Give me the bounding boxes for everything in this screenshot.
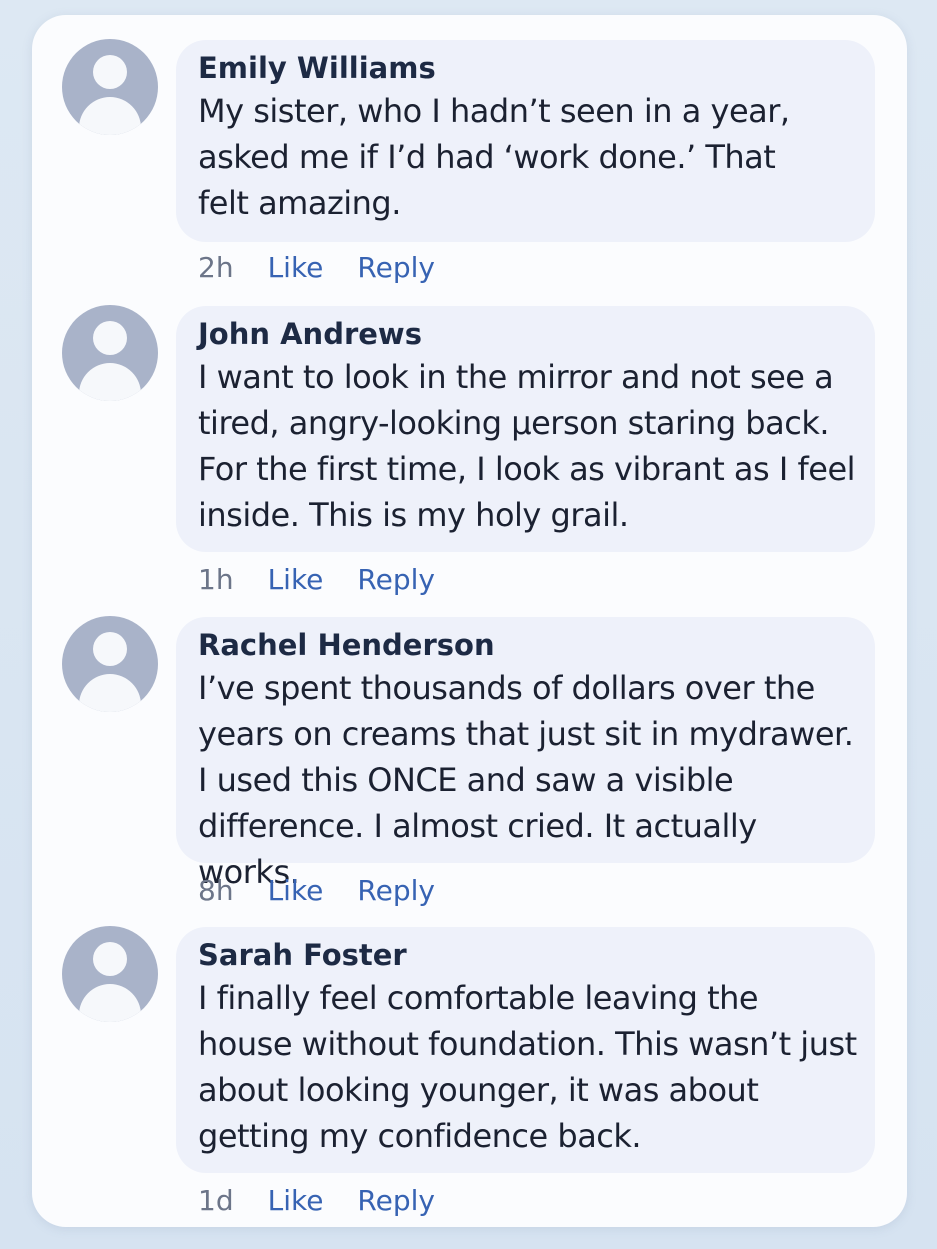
avatar-head-shape	[93, 55, 127, 89]
comment-actions: 1d Like Reply	[198, 1185, 435, 1217]
reply-button[interactable]: Reply	[357, 252, 435, 284]
avatar-head-shape	[93, 942, 127, 976]
like-button[interactable]: Like	[268, 875, 324, 907]
comment-text: I’ve spent thousands of dollars over the…	[198, 669, 854, 891]
avatar-head-shape	[93, 632, 127, 666]
avatar[interactable]	[62, 616, 158, 712]
comment-time: 8h	[198, 874, 234, 907]
comment-author[interactable]: Emily Williams	[198, 52, 861, 84]
comment-author[interactable]: Sarah Foster	[198, 939, 861, 971]
like-button[interactable]: Like	[268, 252, 324, 284]
comment-author[interactable]: Rachel Henderson	[198, 629, 861, 661]
comment-bubble: Sarah Foster I finally feel comfortable …	[176, 927, 875, 1173]
avatar-head-shape	[93, 321, 127, 355]
comment-actions: 2h Like Reply	[198, 252, 435, 284]
comment-actions: 1h Like Reply	[198, 564, 435, 596]
comment-bubble: John Andrews I want to look in the mirro…	[176, 306, 875, 552]
avatar[interactable]	[62, 39, 158, 135]
avatar-body-shape	[79, 674, 141, 712]
comment-actions: 8h Like Reply	[198, 875, 435, 907]
like-button[interactable]: Like	[268, 564, 324, 596]
comment-time: 1h	[198, 563, 234, 596]
avatar-body-shape	[79, 97, 141, 135]
comment-text: My sister, who I hadn’t seen in a year, …	[198, 92, 790, 222]
comment-bubble: Rachel Henderson I’ve spent thousands of…	[176, 617, 875, 891]
reply-button[interactable]: Reply	[357, 875, 435, 907]
comment-text: I want to look in the mirror and not see…	[198, 358, 856, 534]
comments-card: Emily Williams My sister, who I hadn’t s…	[32, 15, 907, 1227]
reply-button[interactable]: Reply	[357, 564, 435, 596]
comment-time: 2h	[198, 251, 234, 284]
reply-button[interactable]: Reply	[357, 1185, 435, 1217]
like-button[interactable]: Like	[268, 1185, 324, 1217]
comment-time: 1d	[198, 1184, 234, 1217]
avatar-body-shape	[79, 363, 141, 401]
avatar[interactable]	[62, 305, 158, 401]
comment-text: I finally feel comfortable leaving the h…	[198, 979, 857, 1155]
avatar-body-shape	[79, 984, 141, 1022]
comment-bubble: Emily Williams My sister, who I hadn’t s…	[176, 40, 875, 242]
comment-author[interactable]: John Andrews	[198, 318, 861, 350]
avatar[interactable]	[62, 926, 158, 1022]
